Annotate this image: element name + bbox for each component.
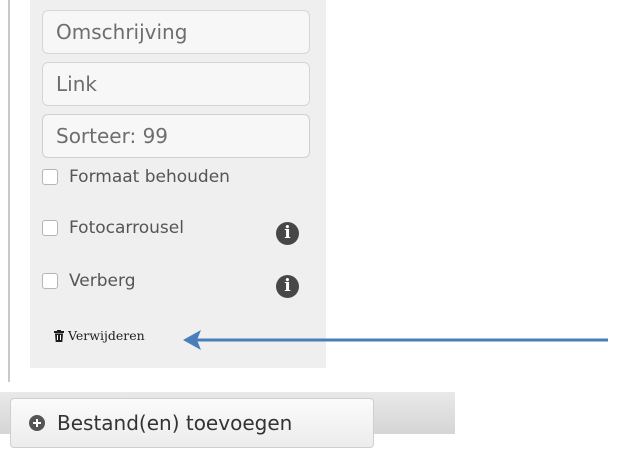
annotation-arrow: [183, 330, 608, 350]
add-files-label: Bestand(en) toevoegen: [57, 411, 293, 435]
add-files-button[interactable]: Bestand(en) toevoegen: [10, 398, 374, 448]
plus-circle-icon: [29, 415, 45, 431]
